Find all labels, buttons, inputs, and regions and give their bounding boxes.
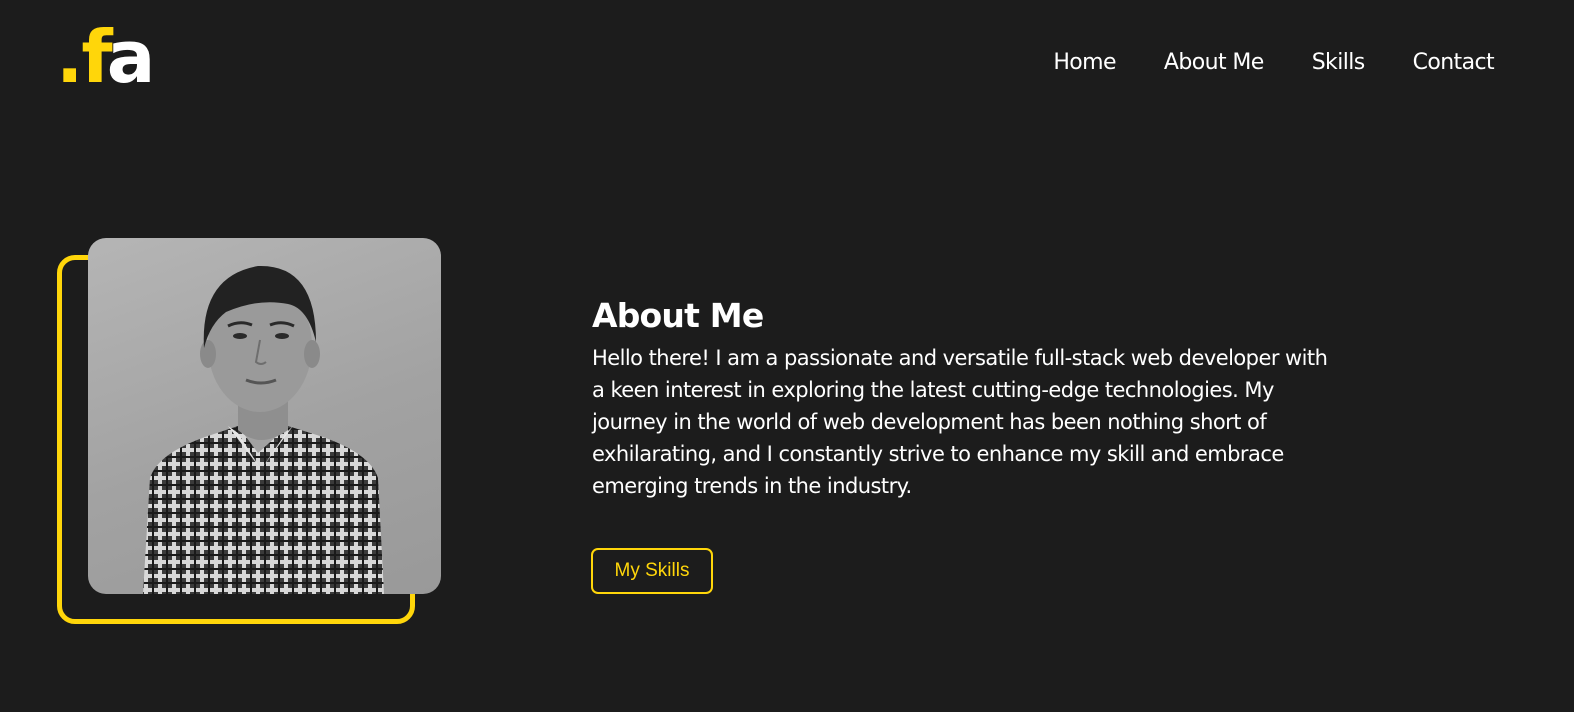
about-body: Hello there! I am a passionate and versa…	[592, 346, 1328, 498]
about-title: About Me	[592, 296, 764, 335]
logo-letter-f: f	[81, 15, 112, 99]
profile-photo-illustration	[143, 265, 384, 594]
nav-skills[interactable]: Skills	[1312, 46, 1366, 80]
logo-dot: .	[56, 15, 83, 99]
page: .fa Home About Me Skills Contact About M…	[0, 0, 1574, 712]
my-skills-button[interactable]: My Skills	[591, 548, 713, 594]
nav-home[interactable]: Home	[1053, 46, 1116, 80]
profile-photo	[88, 238, 441, 594]
nav-contact[interactable]: Contact	[1413, 46, 1495, 80]
main-nav: Home About Me Skills Contact	[1053, 46, 1494, 80]
nav-about-me[interactable]: About Me	[1164, 46, 1264, 80]
about-section: About Me Hello there! I am a passionate …	[592, 294, 1352, 502]
logo-letter-a: a	[106, 15, 156, 99]
logo[interactable]: .fa	[56, 15, 156, 99]
